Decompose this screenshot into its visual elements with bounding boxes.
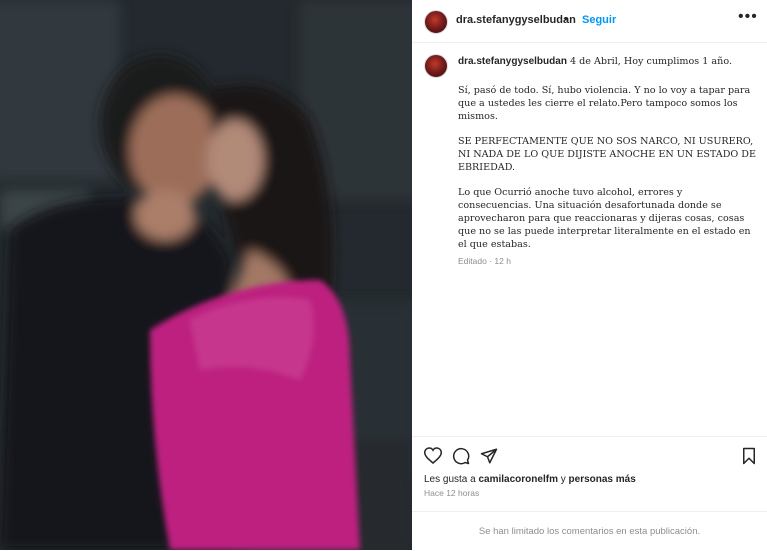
instagram-post: dra.stefanygyselbudan • Seguir ••• dra.s… [0,0,767,550]
post-photo[interactable] [0,0,412,550]
likes-prefix: Les gusta a [424,474,479,485]
caption-avatar[interactable] [424,54,448,78]
liker-username-link[interactable]: camilacoronelfm [478,474,557,485]
share-icon[interactable] [480,447,498,470]
more-options-icon[interactable]: ••• [738,8,758,26]
comments-limited-notice: Se han limitado los comentarios en esta … [412,511,767,551]
caption-username-link[interactable]: dra.stefanygyselbudan [458,56,567,67]
likes-middle: y [557,474,569,485]
separator-dot: • [564,13,568,25]
likes-line: Les gusta a camilacoronelfm y personas m… [424,474,636,485]
follow-button[interactable]: Seguir [582,14,616,26]
post-side-panel: dra.stefanygyselbudan • Seguir ••• dra.s… [412,0,767,550]
caption-paragraph-3: Lo que Ocurrió anoche tuvo alcohol, erro… [458,187,751,250]
photo-image [0,0,412,550]
caption-intro: 4 de Abril, Hoy cumplimos 1 año. [569,56,732,67]
comment-icon[interactable] [452,447,470,470]
edited-label: Editado · 12 h [458,256,511,266]
caption-paragraph-1: Sí, pasó de todo. Sí, hubo violencia. Y … [458,85,751,122]
avatar[interactable] [424,10,448,34]
caption-first-line: dra.stefanygyselbudan 4 de Abril, Hoy cu… [458,55,758,68]
post-header: dra.stefanygyselbudan • Seguir ••• [412,0,767,43]
bookmark-icon[interactable] [742,447,756,470]
action-bar [412,436,767,471]
caption-paragraph-2: SE PERFECTAMENTE QUE NO SOS NARCO, NI US… [458,136,757,173]
others-likes-link[interactable]: personas más [569,474,636,485]
post-timestamp[interactable]: Hace 12 horas [424,488,479,498]
username-link[interactable]: dra.stefanygyselbudan [456,14,576,26]
caption: dra.stefanygyselbudan 4 de Abril, Hoy cu… [458,55,758,268]
heart-icon[interactable] [423,447,443,469]
